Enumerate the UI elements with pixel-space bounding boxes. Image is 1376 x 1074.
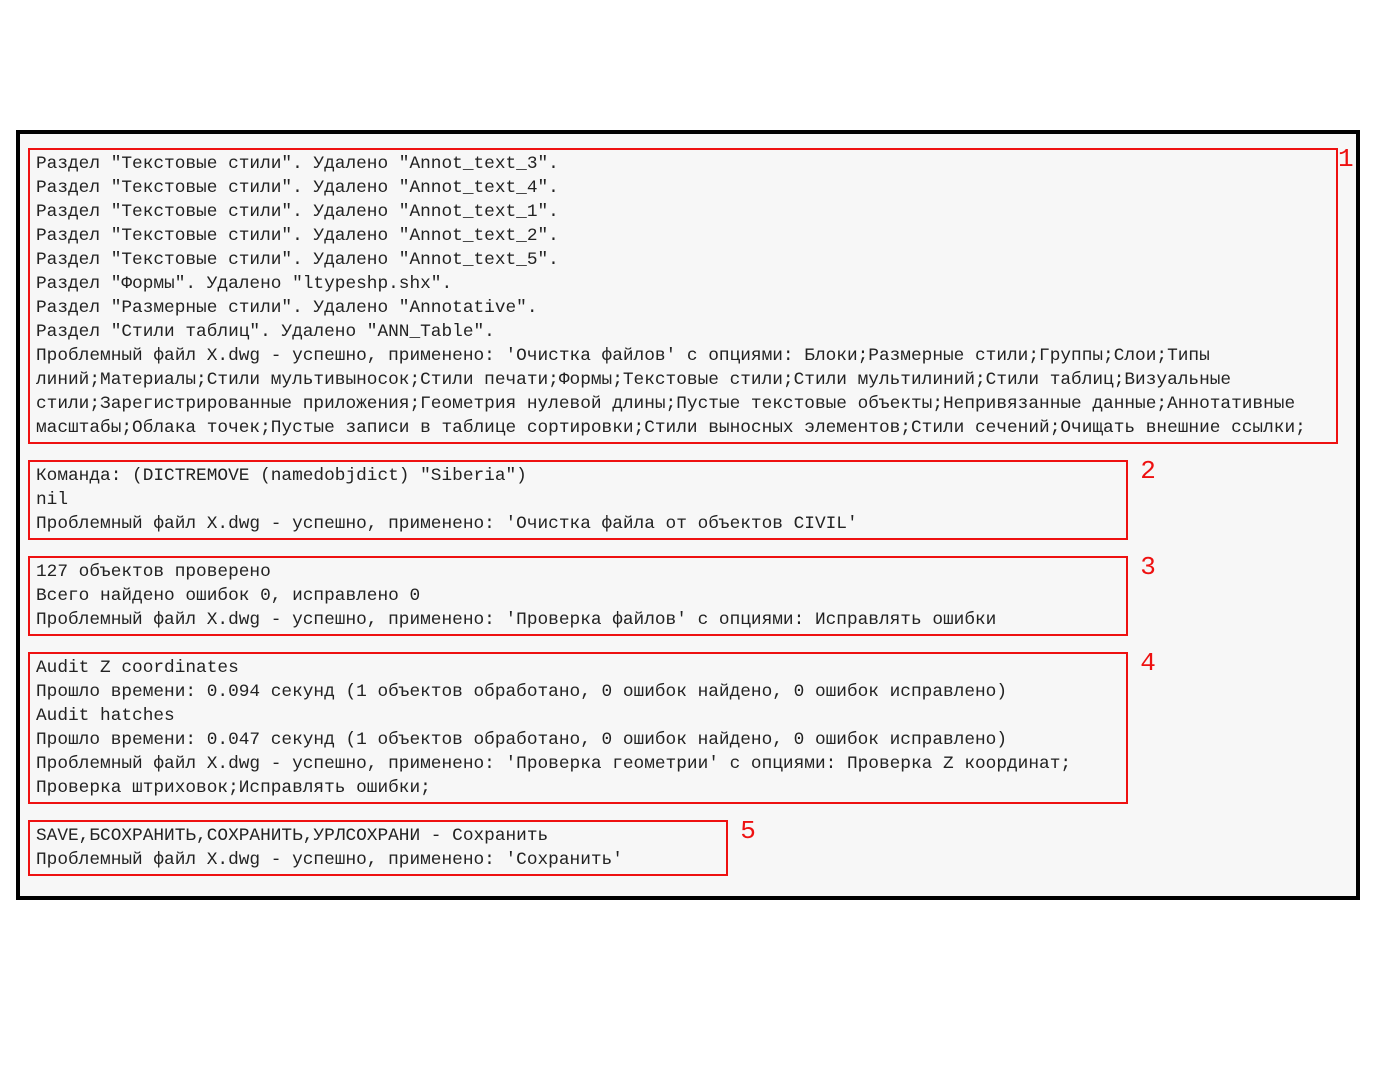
log-line: Прошло времени: 0.094 секунд (1 объектов… <box>36 680 1120 704</box>
section-1-label: 1 <box>1338 140 1354 174</box>
log-line: Команда: (DICTREMOVE (namedobjdict) "Sib… <box>36 464 1120 488</box>
log-output-panel: Раздел "Текстовые стили". Удалено "Annot… <box>16 130 1360 900</box>
section-5-row: SAVE,БСОХРАНИТЬ,СОХРАНИТЬ,УРЛСОХРАНИ - С… <box>28 812 1348 884</box>
section-1-row: Раздел "Текстовые стили". Удалено "Annot… <box>28 140 1348 452</box>
log-line: 127 объектов проверено <box>36 560 1120 584</box>
section-number: 1 <box>1338 144 1354 174</box>
log-line: nil <box>36 488 1120 512</box>
section-4: Audit Z coordinates Прошло времени: 0.09… <box>28 652 1128 804</box>
log-line: Раздел "Стили таблиц". Удалено "ANN_Tabl… <box>36 320 1330 344</box>
log-line: Проблемный файл X.dwg - успешно, примене… <box>36 512 1120 536</box>
log-line: Раздел "Текстовые стили". Удалено "Annot… <box>36 200 1330 224</box>
section-number: 3 <box>1140 552 1156 582</box>
section-number: 5 <box>740 816 756 846</box>
section-number: 2 <box>1140 456 1156 486</box>
section-5: SAVE,БСОХРАНИТЬ,СОХРАНИТЬ,УРЛСОХРАНИ - С… <box>28 820 728 876</box>
log-line: Audit hatches <box>36 704 1120 728</box>
log-line: Раздел "Текстовые стили". Удалено "Annot… <box>36 224 1330 248</box>
page: Раздел "Текстовые стили". Удалено "Annot… <box>0 0 1376 900</box>
log-line: Проблемный файл X.dwg - успешно, примене… <box>36 752 1120 800</box>
section-3: 127 объектов проверено Всего найдено оши… <box>28 556 1128 636</box>
log-line: Раздел "Формы". Удалено "ltypeshp.shx". <box>36 272 1330 296</box>
section-5-label: 5 <box>728 812 768 846</box>
log-line: SAVE,БСОХРАНИТЬ,СОХРАНИТЬ,УРЛСОХРАНИ - С… <box>36 824 720 848</box>
section-2-row: Команда: (DICTREMOVE (namedobjdict) "Sib… <box>28 452 1348 548</box>
section-number: 4 <box>1140 648 1156 678</box>
log-line: Проблемный файл X.dwg - успешно, примене… <box>36 608 1120 632</box>
log-line: Раздел "Текстовые стили". Удалено "Annot… <box>36 152 1330 176</box>
section-1: Раздел "Текстовые стили". Удалено "Annot… <box>28 148 1338 444</box>
log-line: Прошло времени: 0.047 секунд (1 объектов… <box>36 728 1120 752</box>
section-2-label: 2 <box>1128 452 1168 486</box>
log-line: Раздел "Текстовые стили". Удалено "Annot… <box>36 176 1330 200</box>
section-2: Команда: (DICTREMOVE (namedobjdict) "Sib… <box>28 460 1128 540</box>
section-3-row: 127 объектов проверено Всего найдено оши… <box>28 548 1348 644</box>
log-line: Всего найдено ошибок 0, исправлено 0 <box>36 584 1120 608</box>
section-4-row: Audit Z coordinates Прошло времени: 0.09… <box>28 644 1348 812</box>
section-4-label: 4 <box>1128 644 1168 678</box>
log-line: Проблемный файл X.dwg - успешно, примене… <box>36 344 1330 440</box>
log-line: Раздел "Размерные стили". Удалено "Annot… <box>36 296 1330 320</box>
log-line: Раздел "Текстовые стили". Удалено "Annot… <box>36 248 1330 272</box>
log-line: Проблемный файл X.dwg - успешно, примене… <box>36 848 720 872</box>
log-line: Audit Z coordinates <box>36 656 1120 680</box>
section-3-label: 3 <box>1128 548 1168 582</box>
